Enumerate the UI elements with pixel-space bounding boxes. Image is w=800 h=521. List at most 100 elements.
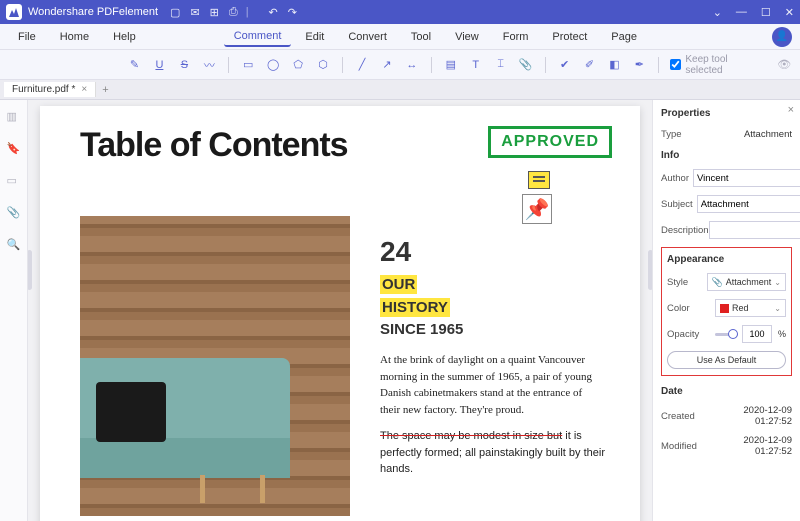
document-tab-label: Furniture.pdf * <box>12 84 75 95</box>
chevron-down-icon: ⌄ <box>774 278 781 287</box>
author-label: Author <box>661 173 689 184</box>
sticky-note-annotation[interactable] <box>528 171 550 189</box>
left-nav-rail: ▥ 🔖 ▭ 📎 🔍 <box>0 100 28 521</box>
highlighted-text[interactable]: HISTORY <box>380 298 450 317</box>
arrow-tool-icon[interactable]: ↗ <box>379 57 395 73</box>
user-avatar-icon[interactable]: 👤 <box>772 27 792 47</box>
stamp-tool-icon[interactable]: ✔ <box>557 57 573 73</box>
menu-convert[interactable]: Convert <box>338 28 397 46</box>
redo-icon[interactable]: ↷ <box>288 6 297 19</box>
open-icon[interactable]: ▢ <box>170 6 180 19</box>
subject-label: Subject <box>661 199 693 210</box>
highlight-tool-icon[interactable]: ✎ <box>127 57 143 73</box>
color-label: Color <box>667 303 711 314</box>
underline-tool-icon[interactable]: U <box>151 57 167 73</box>
pencil-tool-icon[interactable]: ✐ <box>582 57 598 73</box>
title-bar: Wondershare PDFelement ▢ ✉ ⊞ ⎙ | ↶ ↷ ⌄ —… <box>0 0 800 24</box>
color-select[interactable]: Red⌄ <box>715 299 786 317</box>
sofa-image <box>80 216 350 516</box>
attachment-tool-icon[interactable]: 📎 <box>518 57 534 73</box>
comment-toolbar: ✎ U S 〰 ▭ ◯ ⬠ ⬡ ╱ ↗ ↔ ▤ T ⌶ 📎 ✔ ✐ ◧ ✒ Ke… <box>0 50 800 80</box>
oval-tool-icon[interactable]: ◯ <box>265 57 281 73</box>
close-window-icon[interactable]: ✕ <box>785 6 794 19</box>
date-section-header: Date <box>661 386 792 397</box>
info-section-header: Info <box>661 150 792 161</box>
mail-icon[interactable]: ⊞ <box>210 6 219 19</box>
modified-label: Modified <box>661 441 705 452</box>
menu-bar: File Home Help Comment Edit Convert Tool… <box>0 24 800 50</box>
menu-view[interactable]: View <box>445 28 489 46</box>
maximize-icon[interactable]: ☐ <box>761 6 771 19</box>
body-paragraph: At the brink of daylight on a quaint Van… <box>380 352 605 418</box>
created-label: Created <box>661 411 705 422</box>
left-panel-handle[interactable] <box>28 250 32 290</box>
panel-title: Properties <box>661 108 792 119</box>
note-tool-icon[interactable]: ▤ <box>443 57 459 73</box>
menu-file[interactable]: File <box>8 28 46 46</box>
window-config-icon[interactable]: ⌄ <box>713 6 722 19</box>
distance-tool-icon[interactable]: ↔ <box>404 57 420 73</box>
thumbnails-icon[interactable]: ▥ <box>7 110 21 124</box>
minimize-icon[interactable]: — <box>736 6 747 19</box>
body-paragraph: The space may be modest in size but it i… <box>380 428 605 478</box>
attachment-pin-annotation[interactable]: 📌 <box>522 194 552 224</box>
keep-tool-checkbox[interactable]: Keep tool selected <box>670 54 767 76</box>
description-input[interactable] <box>709 221 800 239</box>
menu-help[interactable]: Help <box>103 28 146 46</box>
add-tab-icon[interactable]: + <box>96 84 114 96</box>
menu-tool[interactable]: Tool <box>401 28 441 46</box>
typewriter-tool-icon[interactable]: T <box>468 57 484 73</box>
created-value: 2020-12-09 01:27:52 <box>709 405 792 427</box>
signature-tool-icon[interactable]: ✒ <box>631 57 647 73</box>
textbox-tool-icon[interactable]: ⌶ <box>493 57 509 73</box>
menu-page[interactable]: Page <box>601 28 647 46</box>
document-tab[interactable]: Furniture.pdf * × <box>4 82 96 97</box>
description-label: Description <box>661 225 705 236</box>
type-value: Attachment <box>709 129 792 140</box>
menu-edit[interactable]: Edit <box>295 28 334 46</box>
undo-icon[interactable]: ↶ <box>269 6 278 19</box>
cloud-tool-icon[interactable]: ⬡ <box>315 57 331 73</box>
bookmarks-icon[interactable]: 🔖 <box>7 142 21 156</box>
opacity-label: Opacity <box>667 329 711 340</box>
hide-annotations-icon[interactable]: 👁 <box>776 57 792 73</box>
document-tab-bar: Furniture.pdf * × + <box>0 80 800 100</box>
search-icon[interactable]: 🔍 <box>7 238 21 252</box>
strikethrough-tool-icon[interactable]: S <box>176 57 192 73</box>
highlighted-text[interactable]: OUR <box>380 275 417 294</box>
modified-value: 2020-12-09 01:27:52 <box>709 435 792 457</box>
menu-home[interactable]: Home <box>50 28 99 46</box>
document-canvas[interactable]: Table of Contents APPROVED 📌 24 OUR HIST… <box>28 100 652 521</box>
pdf-page: Table of Contents APPROVED 📌 24 OUR HIST… <box>40 106 640 521</box>
color-swatch-icon <box>720 304 729 313</box>
close-panel-icon[interactable]: × <box>788 104 794 116</box>
line-tool-icon[interactable]: ╱ <box>354 57 370 73</box>
style-select[interactable]: 📎Attachment⌄ <box>707 273 786 291</box>
app-name: Wondershare PDFelement <box>28 6 158 18</box>
close-tab-icon[interactable]: × <box>81 84 87 95</box>
save-icon[interactable]: ✉ <box>190 6 199 19</box>
subject-input[interactable] <box>697 195 800 213</box>
eraser-tool-icon[interactable]: ◧ <box>606 57 622 73</box>
page-number-text: 24 <box>380 236 605 268</box>
approved-stamp[interactable]: APPROVED <box>488 126 612 158</box>
author-input[interactable] <box>693 169 800 187</box>
print-icon[interactable]: ⎙ <box>229 6 238 19</box>
polygon-tool-icon[interactable]: ⬠ <box>290 57 306 73</box>
menu-protect[interactable]: Protect <box>542 28 597 46</box>
appearance-header: Appearance <box>667 254 786 265</box>
menu-comment[interactable]: Comment <box>224 27 292 47</box>
rectangle-tool-icon[interactable]: ▭ <box>240 57 256 73</box>
strikethrough-text[interactable]: The space may be modest in size but <box>380 430 562 442</box>
attachments-icon[interactable]: 📎 <box>7 206 21 220</box>
squiggly-tool-icon[interactable]: 〰 <box>201 57 217 73</box>
subtitle-text: SINCE 1965 <box>380 321 605 338</box>
opacity-input[interactable] <box>742 325 772 343</box>
menu-form[interactable]: Form <box>493 28 539 46</box>
properties-panel: × Properties TypeAttachment Info Author … <box>652 100 800 521</box>
appearance-section: Appearance Style 📎Attachment⌄ Color Red⌄… <box>661 247 792 376</box>
app-logo-icon <box>6 4 22 20</box>
use-as-default-button[interactable]: Use As Default <box>667 351 786 369</box>
annotations-icon[interactable]: ▭ <box>7 174 21 188</box>
opacity-slider[interactable] <box>715 325 738 343</box>
